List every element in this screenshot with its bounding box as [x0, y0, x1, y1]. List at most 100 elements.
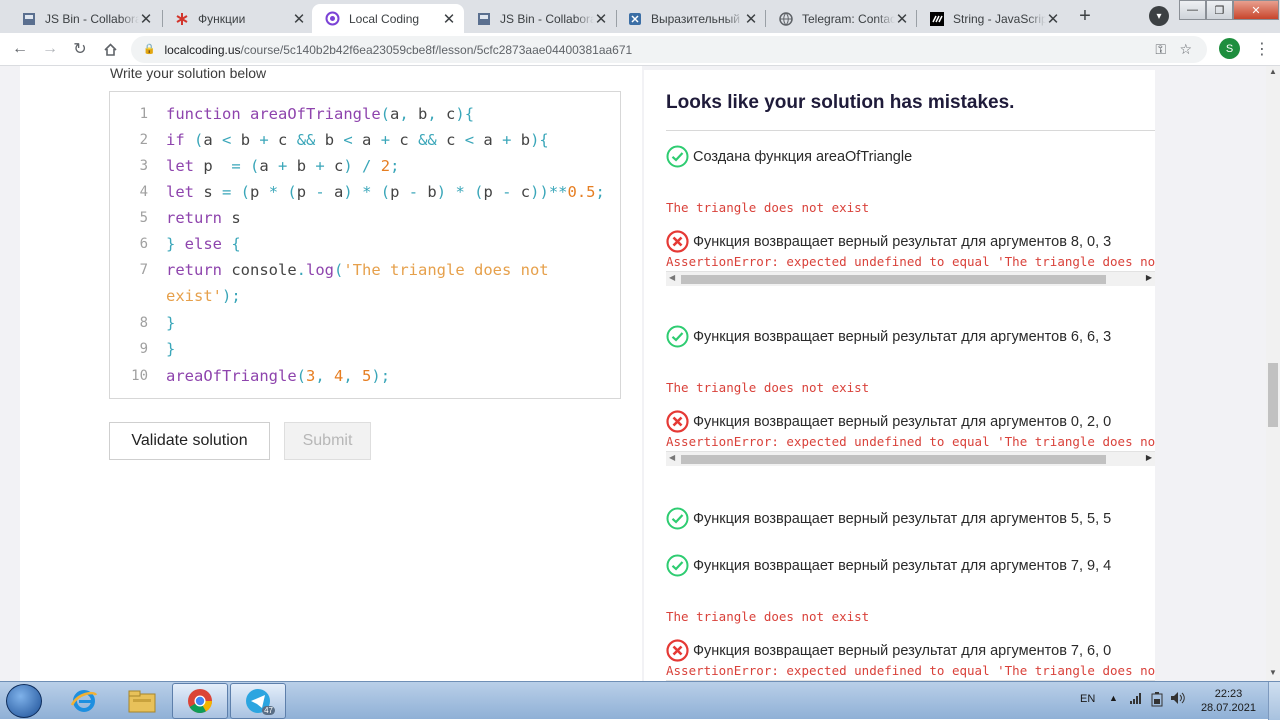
battery-icon[interactable] — [1151, 691, 1163, 710]
key-icon[interactable]: ⚿ — [1155, 41, 1166, 58]
scroll-up-arrow-icon[interactable]: ▲ — [1269, 67, 1277, 76]
tab-search-icon[interactable]: ▾ — [1149, 6, 1169, 26]
address-bar[interactable]: 🔒 localcoding.us/course/5c140b2b42f6ea23… — [131, 36, 1207, 63]
browser-tab-strip: JS Bin - Collaborati ✕ Функции ✕ Local C… — [0, 0, 1280, 33]
code-token: return — [166, 209, 232, 227]
scrollbar-thumb[interactable] — [1268, 363, 1278, 427]
tab-local-coding[interactable]: Local Coding ✕ — [312, 4, 464, 33]
solution-heading: Write your solution below — [110, 66, 267, 81]
scroll-right-arrow-icon[interactable]: ▶ — [1146, 273, 1152, 282]
page-content: Write your solution below 1 function area… — [0, 66, 1280, 681]
file-explorer-icon[interactable] — [114, 683, 170, 719]
code-token: ( — [194, 131, 204, 149]
url-host: localcoding.us — [164, 42, 241, 57]
close-tab-icon[interactable]: ✕ — [895, 10, 909, 28]
tray-overflow-icon[interactable]: ▲ — [1109, 693, 1118, 703]
taskbar-clock[interactable]: 22:23 28.07.2021 — [1201, 687, 1256, 715]
scroll-left-arrow-icon[interactable]: ◀ — [669, 453, 675, 462]
code-token: ); — [222, 287, 241, 305]
code-token: ){ — [530, 131, 549, 149]
code-token: a — [483, 131, 503, 149]
check-circle-icon — [666, 554, 689, 577]
chrome-taskbar-icon[interactable] — [172, 683, 228, 719]
code-token: , — [315, 367, 335, 385]
code-editor[interactable]: 1 function areaOfTriangle(a, b, c){2 if (a… — [109, 91, 621, 399]
scroll-right-arrow-icon[interactable]: ▶ — [1146, 453, 1152, 462]
code-token: )) — [530, 183, 549, 201]
clock-date: 28.07.2021 — [1200, 702, 1256, 714]
code-token: console — [231, 261, 297, 279]
close-window-button[interactable]: ✕ — [1233, 0, 1279, 20]
profile-avatar[interactable]: S — [1219, 38, 1240, 59]
scrollbar-thumb[interactable] — [681, 275, 1106, 284]
line-number: 9 — [139, 341, 148, 357]
tab-eloquent-js[interactable]: Выразительный JS ✕ — [614, 4, 766, 33]
test-description: Функция возвращает верный результат для … — [693, 557, 1112, 574]
error-horizontal-scrollbar[interactable]: ◀▶ — [666, 451, 1155, 466]
close-tab-icon[interactable]: ✕ — [442, 10, 456, 28]
network-icon[interactable] — [1129, 691, 1143, 708]
kebab-menu-icon[interactable]: ⋮ — [1254, 39, 1270, 59]
code-token: a — [334, 183, 344, 201]
home-button[interactable] — [100, 39, 120, 59]
test-passed-item: Создана функция areaOfTriangle — [666, 145, 1155, 168]
close-tab-icon[interactable]: ✕ — [744, 10, 758, 28]
reload-button[interactable]: ↻ — [70, 39, 90, 59]
back-button[interactable]: ← — [10, 39, 30, 59]
maximize-button[interactable]: ❐ — [1206, 0, 1233, 20]
tab-title: JS Bin - Collaborati — [45, 11, 139, 26]
close-tab-icon[interactable]: ✕ — [1046, 10, 1060, 28]
tab-title: Local Coding — [349, 11, 420, 26]
tab-jsbin-2[interactable]: JS Bin - Collaborati ✕ — [463, 4, 616, 33]
test-passed-item: Функция возвращает верный результат для … — [666, 554, 1155, 577]
code-token: ** — [548, 183, 568, 201]
code-token: , — [399, 105, 419, 123]
close-tab-icon[interactable]: ✕ — [139, 10, 153, 28]
tab-title: String - JavaScript — [953, 11, 1046, 26]
close-tab-icon[interactable]: ✕ — [594, 10, 608, 28]
tab-title: JS Bin - Collaborati — [500, 11, 594, 26]
close-tab-icon[interactable]: ✕ — [292, 10, 306, 28]
scroll-down-arrow-icon[interactable]: ▼ — [1269, 668, 1277, 677]
scrollbar-thumb[interactable] — [681, 455, 1106, 464]
code-token: ; — [595, 183, 605, 201]
forward-button[interactable]: → — [40, 39, 60, 59]
bookmark-star-icon[interactable]: ☆ — [1179, 41, 1192, 58]
tab-telegram[interactable]: Telegram: Contact ✕ — [765, 4, 917, 33]
volume-icon[interactable] — [1170, 691, 1186, 708]
test-failed-item: Функция возвращает верный результат для … — [666, 230, 1155, 253]
validate-solution-button[interactable]: Validate solution — [109, 422, 270, 460]
tab-mdn-string[interactable]: String - JavaScript ✕ — [916, 4, 1068, 33]
new-tab-button[interactable]: + — [1071, 5, 1099, 27]
tab-functions[interactable]: Функции ✕ — [161, 4, 314, 33]
code-token: 4 — [334, 367, 344, 385]
submit-button[interactable]: Submit — [284, 422, 371, 460]
code-token: 0.5 — [567, 183, 596, 201]
minimize-button[interactable]: — — [1179, 0, 1206, 20]
language-indicator[interactable]: EN — [1080, 693, 1095, 705]
code-line: 7 return console.log('The triangle does n… — [110, 257, 620, 283]
code-token: log — [306, 261, 334, 279]
clock-time: 22:23 — [1214, 688, 1243, 700]
code-token: * — [455, 183, 475, 201]
internet-explorer-icon[interactable] — [56, 683, 112, 719]
jsbin-icon — [476, 11, 491, 26]
code-token: function — [166, 105, 250, 123]
code-token: p — [483, 183, 503, 201]
assertion-error-text: AssertionError: expected undefined to eq… — [666, 254, 1155, 269]
scroll-left-arrow-icon[interactable]: ◀ — [669, 273, 675, 282]
code-token: ( — [380, 105, 390, 123]
check-circle-icon — [666, 145, 689, 168]
error-horizontal-scrollbar[interactable]: ◀▶ — [666, 271, 1155, 286]
code-token: b — [324, 131, 344, 149]
page-scrollbar[interactable]: ▲ ▼ — [1266, 66, 1280, 681]
tab-jsbin-1[interactable]: JS Bin - Collaborati ✕ — [8, 4, 161, 33]
telegram-taskbar-icon[interactable]: 47 — [230, 683, 286, 719]
code-line: 4 let s = (p * (p - a) * (p - b) * (p - c… — [110, 179, 620, 205]
code-token: 5 — [362, 367, 372, 385]
code-token: - — [315, 183, 335, 201]
start-button[interactable] — [6, 684, 42, 718]
code-token: . — [296, 261, 306, 279]
code-token: a — [390, 105, 400, 123]
show-desktop-button[interactable] — [1268, 682, 1280, 720]
